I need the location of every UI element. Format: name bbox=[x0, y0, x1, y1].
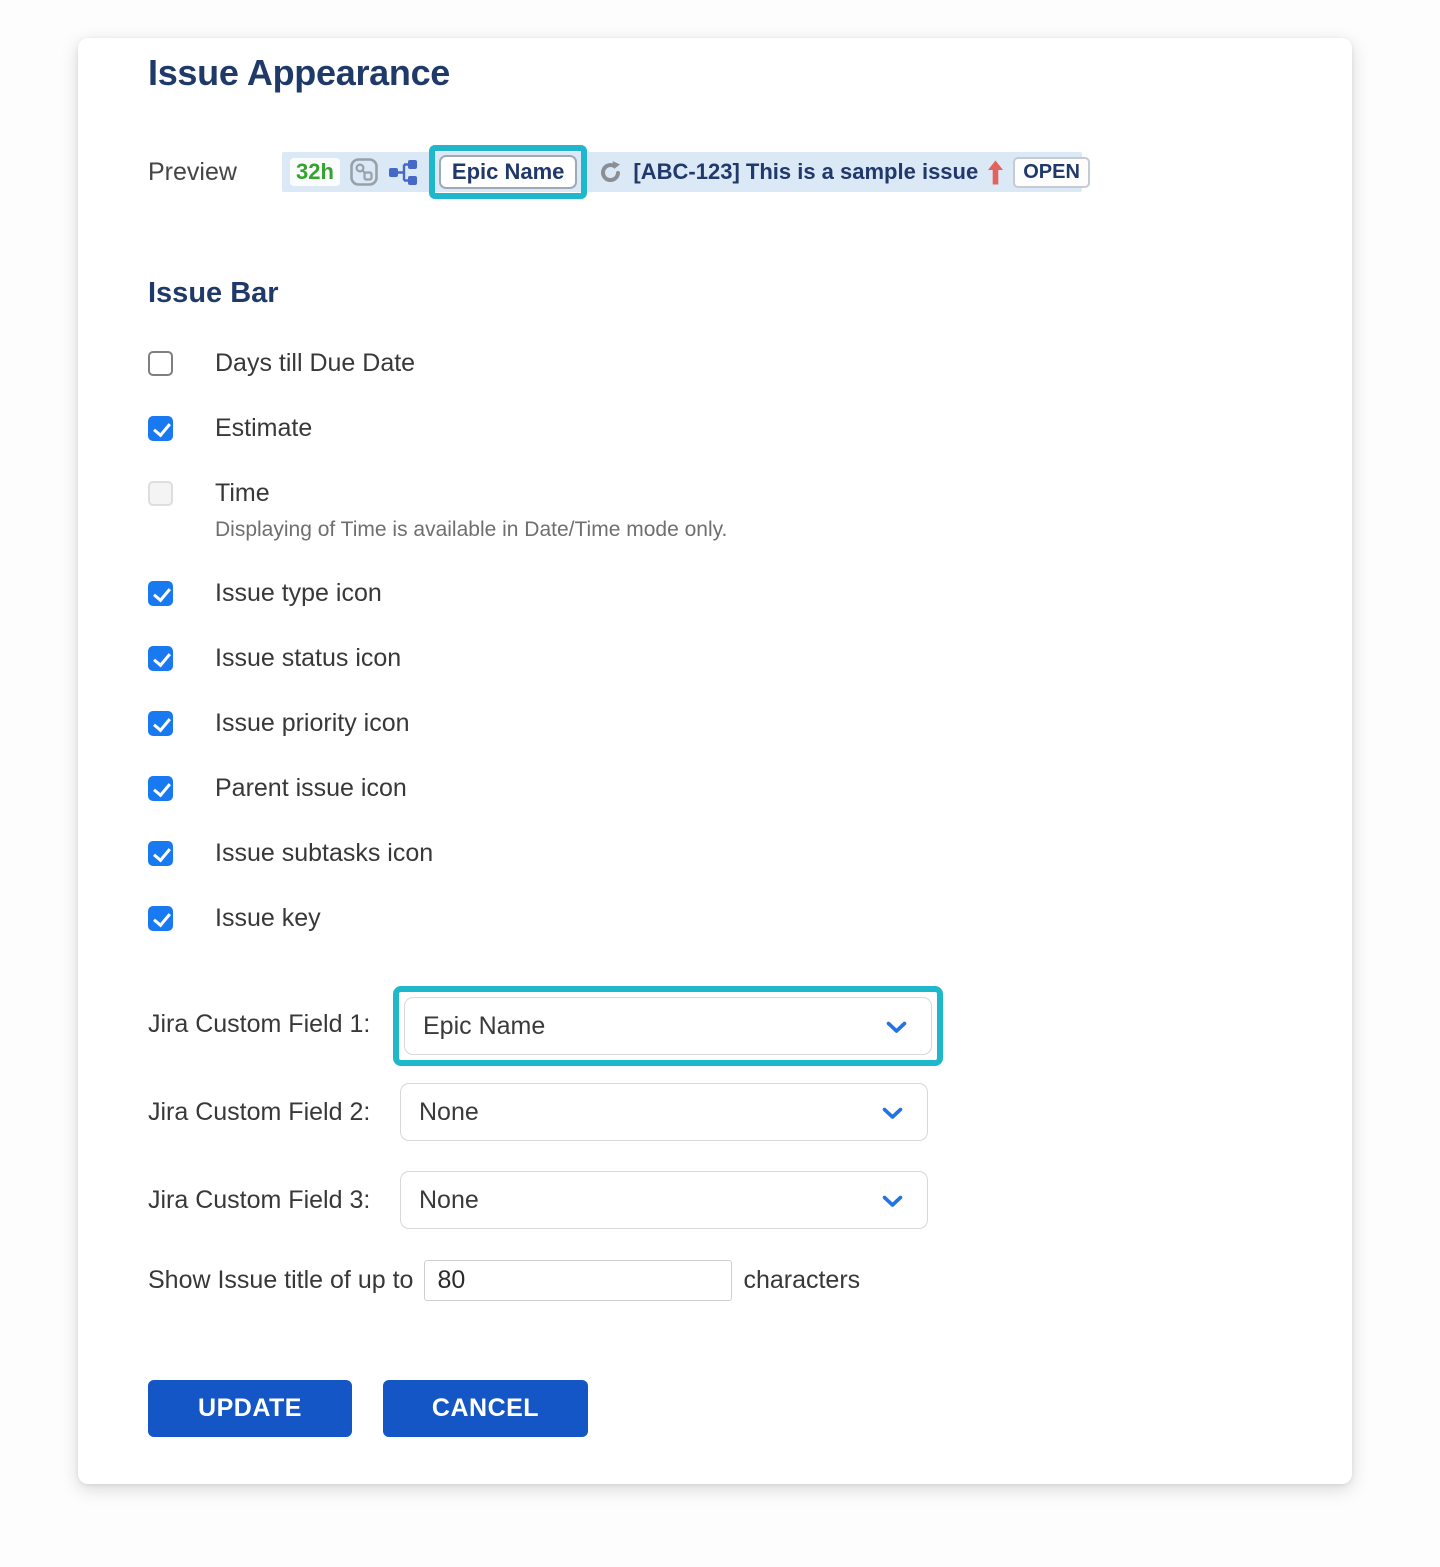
issue-preview-bar: 32h Epic Name bbox=[282, 152, 1082, 192]
custom-field-3-value: None bbox=[419, 1186, 479, 1215]
cancel-button[interactable]: CANCEL bbox=[383, 1380, 588, 1437]
option-row-estimate: Estimate bbox=[148, 415, 312, 442]
chevron-down-icon bbox=[886, 1012, 907, 1041]
custom-field-1-dropdown[interactable]: Epic Name bbox=[404, 997, 932, 1055]
hierarchy-icon bbox=[388, 158, 418, 186]
subtasks-icon bbox=[349, 157, 379, 187]
option-label: Time bbox=[215, 480, 270, 507]
custom-field-2-label: Jira Custom Field 2: bbox=[148, 1098, 370, 1127]
title-length-label-after: characters bbox=[743, 1266, 860, 1295]
chevron-down-icon bbox=[882, 1186, 903, 1215]
preview-issue-text: [ABC-123] This is a sample issue bbox=[633, 159, 978, 185]
preview-row: Preview 32h Epic Name bbox=[148, 152, 1082, 192]
checkbox-issue-type-icon[interactable] bbox=[148, 581, 173, 606]
option-label: Issue priority icon bbox=[215, 710, 410, 737]
checkbox-issue-subtasks-icon[interactable] bbox=[148, 841, 173, 866]
issue-bar-heading: Issue Bar bbox=[148, 277, 279, 310]
page-title: Issue Appearance bbox=[148, 52, 450, 94]
issue-appearance-panel: Issue Appearance Preview 32h bbox=[78, 38, 1352, 1484]
option-label: Issue status icon bbox=[215, 645, 401, 672]
checkbox-estimate[interactable] bbox=[148, 416, 173, 441]
epic-name-highlight-annotation: Epic Name bbox=[429, 145, 588, 199]
custom-field-1-value: Epic Name bbox=[423, 1012, 545, 1041]
preview-label: Preview bbox=[148, 158, 282, 187]
option-row-issue-priority-icon: Issue priority icon bbox=[148, 710, 410, 737]
option-row-days-till-due-date: Days till Due Date bbox=[148, 350, 415, 377]
option-label: Parent issue icon bbox=[215, 775, 407, 802]
issue-status-icon bbox=[598, 159, 624, 185]
action-buttons: UPDATE CANCEL bbox=[148, 1380, 588, 1437]
update-button[interactable]: UPDATE bbox=[148, 1380, 352, 1437]
checkbox-time bbox=[148, 481, 173, 506]
option-label: Issue type icon bbox=[215, 580, 382, 607]
chevron-down-icon bbox=[882, 1098, 903, 1127]
custom-field-3-label: Jira Custom Field 3: bbox=[148, 1186, 370, 1215]
title-length-row: Show Issue title of up to characters bbox=[148, 1260, 860, 1301]
custom-field-1-label: Jira Custom Field 1: bbox=[148, 1010, 370, 1039]
checkbox-parent-issue-icon[interactable] bbox=[148, 776, 173, 801]
estimate-badge: 32h bbox=[290, 158, 340, 186]
epic-name-chip: Epic Name bbox=[439, 155, 578, 189]
checkbox-days-till-due-date[interactable] bbox=[148, 351, 173, 376]
checkbox-issue-status-icon[interactable] bbox=[148, 646, 173, 671]
custom-field-1-highlight-annotation: Epic Name bbox=[393, 986, 943, 1066]
time-option-note: Displaying of Time is available in Date/… bbox=[215, 518, 727, 542]
title-length-label-before: Show Issue title of up to bbox=[148, 1266, 413, 1295]
option-label: Estimate bbox=[215, 415, 312, 442]
custom-field-3-dropdown[interactable]: None bbox=[400, 1171, 928, 1229]
option-row-issue-status-icon: Issue status icon bbox=[148, 645, 401, 672]
checkbox-issue-key[interactable] bbox=[148, 906, 173, 931]
option-label: Days till Due Date bbox=[215, 350, 415, 377]
title-length-input[interactable] bbox=[424, 1260, 732, 1301]
option-row-parent-issue-icon: Parent issue icon bbox=[148, 775, 407, 802]
checkbox-issue-priority-icon[interactable] bbox=[148, 711, 173, 736]
option-label: Issue subtasks icon bbox=[215, 840, 433, 867]
option-row-issue-type-icon: Issue type icon bbox=[148, 580, 382, 607]
custom-field-2-value: None bbox=[419, 1098, 479, 1127]
option-row-issue-subtasks-icon: Issue subtasks icon bbox=[148, 840, 433, 867]
priority-icon bbox=[987, 159, 1004, 186]
status-badge: OPEN bbox=[1013, 157, 1090, 188]
option-row-issue-key: Issue key bbox=[148, 905, 321, 932]
option-row-time: Time bbox=[148, 480, 270, 507]
custom-field-2-dropdown[interactable]: None bbox=[400, 1083, 928, 1141]
option-label: Issue key bbox=[215, 905, 321, 932]
